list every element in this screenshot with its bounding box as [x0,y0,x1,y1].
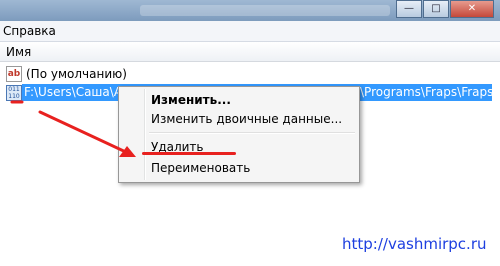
string-value-icon: ab [6,65,22,82]
menu-separator [149,132,355,134]
menu-bar: Справка [0,21,500,42]
menu-item-modify[interactable]: Изменить... [151,93,231,107]
watermark: http://vashmirpc.ru [342,235,487,253]
menu-item-modify-binary[interactable]: Изменить двоичные данные... [151,112,342,126]
column-header-name[interactable]: Имя [6,45,31,59]
close-button[interactable]: ✕ [450,0,494,18]
window-controls: — □ ✕ [395,0,494,18]
title-text [140,5,390,16]
context-menu: Изменить... Изменить двоичные данные... … [118,86,360,183]
menu-help[interactable]: Справка [3,24,56,38]
selected-value-tail: \Programs\Fraps\Fraps.lnk [360,85,500,99]
column-header: Имя [0,42,500,62]
context-menu-gutter [144,89,146,180]
maximize-button[interactable]: □ [423,0,449,18]
title-bar: — □ ✕ [0,0,500,21]
list-item-name: (По умолчанию) [26,66,127,81]
minimize-button[interactable]: — [396,0,422,18]
binary-value-icon: 011 110 [6,84,22,101]
menu-item-rename[interactable]: Переименовать [151,161,250,175]
arrow-line [38,110,130,155]
selected-value-head: F:\Users\Саша\Ap [24,85,130,99]
delete-highlight-underline [142,152,236,155]
list-item[interactable]: ab (По умолчанию) [6,65,127,82]
